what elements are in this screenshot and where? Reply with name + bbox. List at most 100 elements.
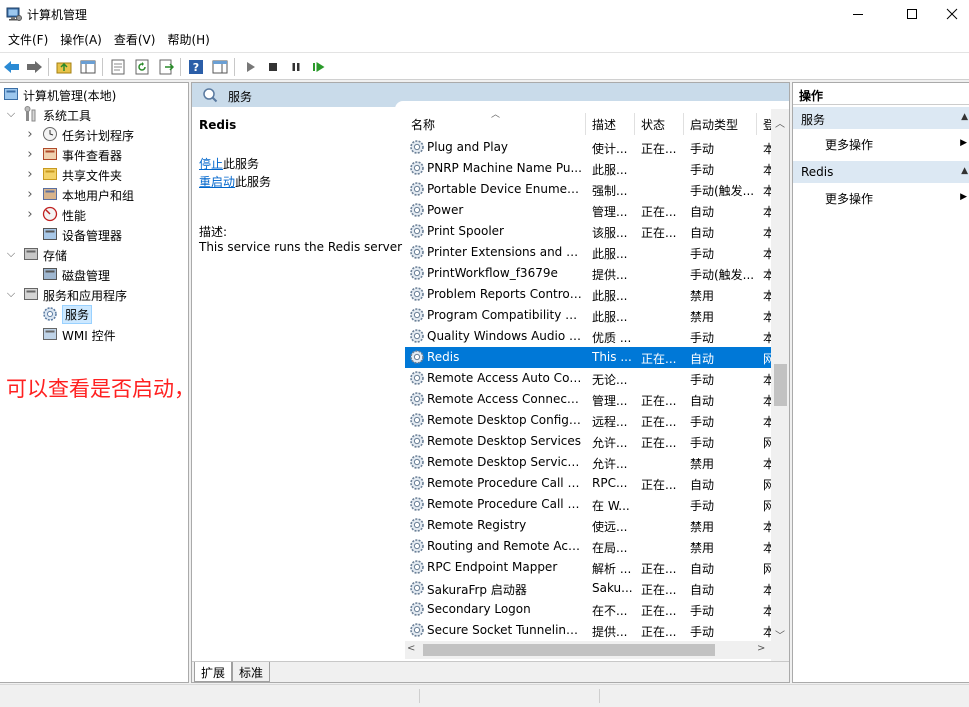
tree-item[interactable]: › 事件查看器 <box>0 144 187 164</box>
tree-item[interactable]: ⌵ 服务和应用程序 <box>0 284 187 304</box>
more-actions-item[interactable]: 更多操作 <box>825 136 873 153</box>
column-header-description[interactable]: 描述 <box>592 116 616 133</box>
service-name: PrintWorkflow_f3679e <box>427 266 558 280</box>
restart-service-button[interactable] <box>310 58 328 76</box>
pause-service-button[interactable] <box>287 58 305 76</box>
column-header-startup-type[interactable]: 启动类型 <box>690 116 738 133</box>
show-hide-action-pane-button[interactable] <box>211 58 229 76</box>
collapsed-chevron-icon[interactable]: › <box>24 144 36 164</box>
collapse-icon[interactable]: ▲ <box>961 112 968 122</box>
tree-item-label: 性能 <box>62 209 87 223</box>
tab-standard[interactable]: 标准 <box>232 662 271 682</box>
more-actions-item[interactable]: 更多操作 <box>825 190 873 207</box>
column-divider[interactable] <box>634 113 635 135</box>
expanded-chevron-icon[interactable]: ⌵ <box>5 244 17 264</box>
menu-file[interactable]: 文件(F) <box>2 28 54 52</box>
service-row[interactable]: Remote Desktop Service... 允许... 禁用 本 <box>405 452 771 473</box>
service-row[interactable]: Print Spooler 该服... 正在... 自动 本 <box>405 221 771 242</box>
actions-section-services[interactable]: 服务 ▲ <box>793 107 969 129</box>
service-row[interactable]: Quality Windows Audio V... 优质 ... 手动 本 <box>405 326 771 347</box>
horizontal-scroll-thumb[interactable] <box>423 644 715 656</box>
scroll-left-icon[interactable]: < <box>407 643 415 654</box>
vertical-scroll-thumb[interactable] <box>774 364 787 406</box>
collapsed-chevron-icon[interactable]: › <box>24 164 36 184</box>
service-row[interactable]: PNRP Machine Name Pu... 此服... 手动 本 <box>405 158 771 179</box>
stop-service-link[interactable]: 停止 <box>199 157 223 171</box>
tree-item[interactable]: WMI 控件 <box>0 324 187 344</box>
tree-item[interactable]: 服务 <box>0 304 187 324</box>
restart-service-link[interactable]: 重启动 <box>199 175 235 189</box>
tree-item[interactable]: 设备管理器 <box>0 224 187 244</box>
forward-button[interactable] <box>25 58 43 76</box>
stop-service-button[interactable] <box>264 58 282 76</box>
service-row[interactable]: Routing and Remote Acc... 在局... 禁用 本 <box>405 536 771 557</box>
refresh-button[interactable] <box>133 58 151 76</box>
service-row[interactable]: Remote Registry 使远... 禁用 本 <box>405 515 771 536</box>
scroll-up-icon[interactable]: ︿ <box>771 115 789 131</box>
service-logon-as: 本 <box>763 224 771 241</box>
scroll-down-icon[interactable]: ﹀ <box>771 627 789 643</box>
service-logon-as: 本 <box>763 392 771 409</box>
tree-item[interactable]: ⌵ 存储 <box>0 244 187 264</box>
tree-item[interactable]: › 任务计划程序 <box>0 124 187 144</box>
service-row[interactable]: Remote Access Connecti... 管理... 正在... 自动 本 <box>405 389 771 410</box>
column-divider[interactable] <box>585 113 586 135</box>
properties-button[interactable] <box>109 58 127 76</box>
collapsed-chevron-icon[interactable]: › <box>24 184 36 204</box>
service-row[interactable]: Secure Socket Tunneling ... 提供... 正在... 手动 本 <box>405 620 771 641</box>
collapsed-chevron-icon[interactable]: › <box>24 124 36 144</box>
service-row[interactable]: Remote Desktop Configu... 远程... 正在... 手动 本 <box>405 410 771 431</box>
help-button[interactable]: ? <box>187 58 205 76</box>
minimize-button[interactable] <box>835 0 881 28</box>
tab-extended[interactable]: 扩展 <box>194 662 233 682</box>
tree-item[interactable]: 磁盘管理 <box>0 264 187 284</box>
column-header-status[interactable]: 状态 <box>641 116 665 133</box>
start-service-button[interactable] <box>241 58 259 76</box>
menu-action[interactable]: 操作(A) <box>54 28 108 52</box>
collapse-icon[interactable]: ▲ <box>961 166 968 176</box>
service-gear-icon <box>410 161 424 175</box>
service-row[interactable]: Redis This ... 正在... 自动 网 <box>405 347 771 368</box>
minimize-icon <box>853 14 863 15</box>
service-row[interactable]: Program Compatibility A... 此服... 禁用 本 <box>405 305 771 326</box>
show-hide-tree-button[interactable] <box>79 58 97 76</box>
up-level-button[interactable] <box>55 58 73 76</box>
menu-bar: 文件(F) 操作(A) 查看(V) 帮助(H) <box>0 28 969 52</box>
service-row[interactable]: Plug and Play 使计... 正在... 手动 本 <box>405 137 771 158</box>
column-divider[interactable] <box>683 113 684 135</box>
export-list-button[interactable] <box>157 58 175 76</box>
scroll-right-icon[interactable]: > <box>757 643 765 654</box>
service-row[interactable]: Portable Device Enumera... 强制... 手动(触发... 本 <box>405 179 771 200</box>
column-divider[interactable] <box>756 113 757 135</box>
column-header-name[interactable]: 名称 <box>411 116 435 133</box>
tree-item[interactable]: › 本地用户和组 <box>0 184 187 204</box>
service-row[interactable]: Remote Desktop Services 允许... 正在... 手动 网 <box>405 431 771 452</box>
tree-item[interactable]: › 性能 <box>0 204 187 224</box>
service-row[interactable]: Remote Procedure Call (... RPC... 正在... 自动 网 <box>405 473 771 494</box>
service-row[interactable]: Printer Extensions and N... 此服... 手动 本 <box>405 242 771 263</box>
menu-help[interactable]: 帮助(H) <box>161 28 215 52</box>
vertical-scrollbar[interactable]: ︿ ﹀ <box>771 109 789 661</box>
tree-item[interactable]: › 共享文件夹 <box>0 164 187 184</box>
service-row[interactable]: RPC Endpoint Mapper 解析 ... 正在... 自动 网 <box>405 557 771 578</box>
service-startup-type: 自动 <box>690 562 715 576</box>
service-row[interactable]: Power 管理... 正在... 自动 本 <box>405 200 771 221</box>
actions-section-redis[interactable]: Redis ▲ <box>793 161 969 183</box>
tree-item[interactable]: ⌵ 系统工具 <box>0 104 187 124</box>
service-row[interactable]: Remote Access Auto Con... 无论... 手动 本 <box>405 368 771 389</box>
close-button[interactable] <box>935 0 969 28</box>
service-row[interactable]: Problem Reports Control... 此服... 禁用 本 <box>405 284 771 305</box>
service-row[interactable]: Secondary Logon 在不... 正在... 手动 本 <box>405 599 771 620</box>
service-row[interactable]: Remote Procedure Call (... 在 W... 手动 网 <box>405 494 771 515</box>
expanded-chevron-icon[interactable]: ⌵ <box>5 284 17 304</box>
menu-view[interactable]: 查看(V) <box>108 28 162 52</box>
service-row[interactable]: SakuraFrp 启动器 Saku... 正在... 自动 本 <box>405 578 771 599</box>
expanded-chevron-icon[interactable]: ⌵ <box>5 104 17 124</box>
wmi-icon <box>43 328 57 340</box>
horizontal-scrollbar[interactable]: < > <box>405 641 773 659</box>
maximize-button[interactable] <box>889 0 935 28</box>
back-button[interactable] <box>3 58 21 76</box>
collapsed-chevron-icon[interactable]: › <box>24 204 36 224</box>
service-row[interactable]: PrintWorkflow_f3679e 提供... 手动(触发... 本 <box>405 263 771 284</box>
tree-item[interactable]: 计算机管理(本地) <box>0 84 187 104</box>
